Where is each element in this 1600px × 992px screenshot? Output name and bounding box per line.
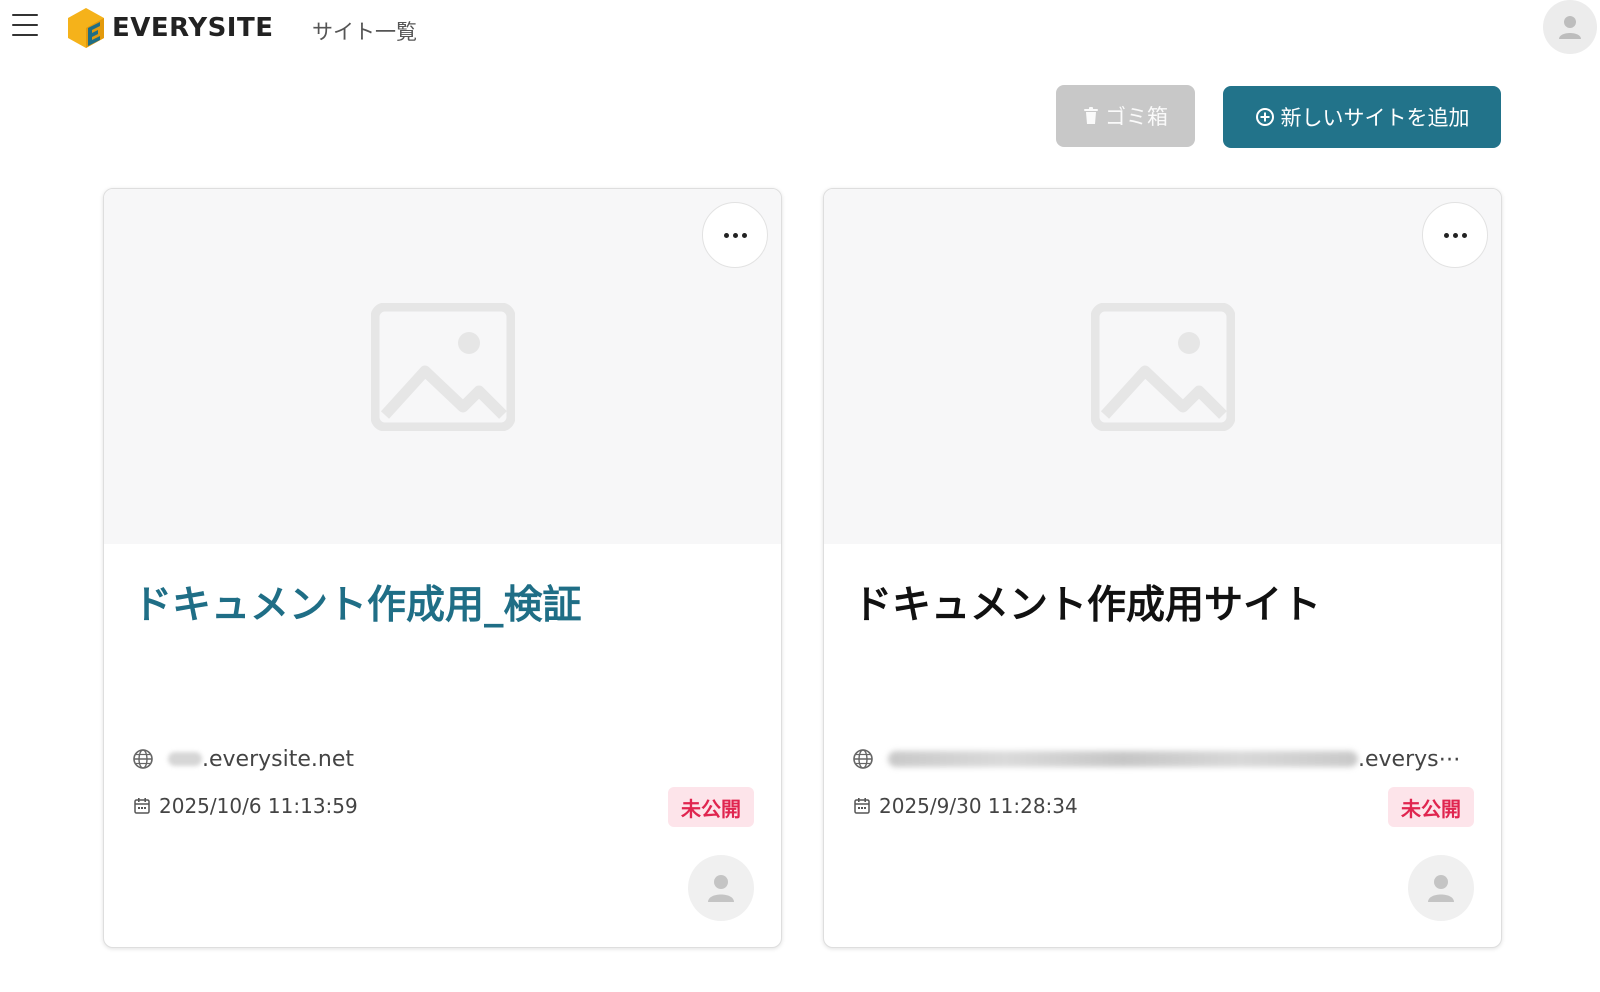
everysite-logo-icon xyxy=(68,8,104,48)
more-icon xyxy=(1443,232,1449,238)
date-text: 2025/10/6 11:13:59 xyxy=(159,794,358,818)
domain-suffix: .everysite.net xyxy=(202,746,354,772)
top-bar: EVERYSITE サイト一覧 xyxy=(0,0,1600,60)
site-thumbnail xyxy=(104,189,781,544)
add-site-button[interactable]: 新しいサイトを追加 xyxy=(1223,86,1501,148)
plus-circle-icon xyxy=(1255,107,1275,127)
image-placeholder-icon xyxy=(370,302,515,431)
calendar-icon xyxy=(854,798,870,814)
site-domain[interactable]: .everys⋯ xyxy=(852,744,1478,774)
redacted-subdomain xyxy=(168,752,202,766)
site-thumbnail xyxy=(824,189,1501,544)
site-updated-date: 2025/10/6 11:13:59 xyxy=(133,791,358,821)
logo-text: EVERYSITE xyxy=(112,13,274,43)
site-card[interactable]: ドキュメント作成用サイト .everys⋯ 2025/9/30 11:28:34… xyxy=(823,188,1502,948)
status-badge: 未公開 xyxy=(1388,787,1474,827)
trash-icon xyxy=(1083,107,1099,125)
site-title[interactable]: ドキュメント作成用_検証 xyxy=(133,574,582,630)
site-title[interactable]: ドキュメント作成用サイト xyxy=(853,574,1321,630)
domain-suffix: .everys⋯ xyxy=(1358,746,1461,772)
add-site-button-label: 新しいサイトを追加 xyxy=(1280,107,1470,130)
user-avatar[interactable] xyxy=(1543,0,1597,54)
globe-icon xyxy=(133,749,153,769)
more-options-button[interactable] xyxy=(1422,202,1488,268)
user-icon xyxy=(1428,875,1454,902)
site-card[interactable]: ドキュメント作成用_検証 .everysite.net 2025/10/6 11… xyxy=(103,188,782,948)
more-icon xyxy=(723,232,729,238)
trash-button-label: ゴミ箱 xyxy=(1105,106,1168,129)
more-options-button[interactable] xyxy=(702,202,768,268)
owner-avatar xyxy=(688,855,754,921)
status-badge: 未公開 xyxy=(668,787,754,827)
site-updated-date: 2025/9/30 11:28:34 xyxy=(853,791,1078,821)
user-icon xyxy=(708,875,734,902)
logo[interactable]: EVERYSITE xyxy=(66,6,273,50)
page-title: サイト一覧 xyxy=(312,20,417,44)
user-icon xyxy=(1559,16,1581,39)
globe-icon xyxy=(853,749,873,769)
site-domain[interactable]: .everysite.net xyxy=(132,744,758,774)
date-text: 2025/9/30 11:28:34 xyxy=(879,794,1078,818)
trash-button[interactable]: ゴミ箱 xyxy=(1056,85,1195,147)
calendar-icon xyxy=(134,798,150,814)
image-placeholder-icon xyxy=(1090,302,1235,431)
redacted-subdomain xyxy=(888,751,1358,767)
hamburger-icon[interactable] xyxy=(12,12,38,38)
owner-avatar xyxy=(1408,855,1474,921)
